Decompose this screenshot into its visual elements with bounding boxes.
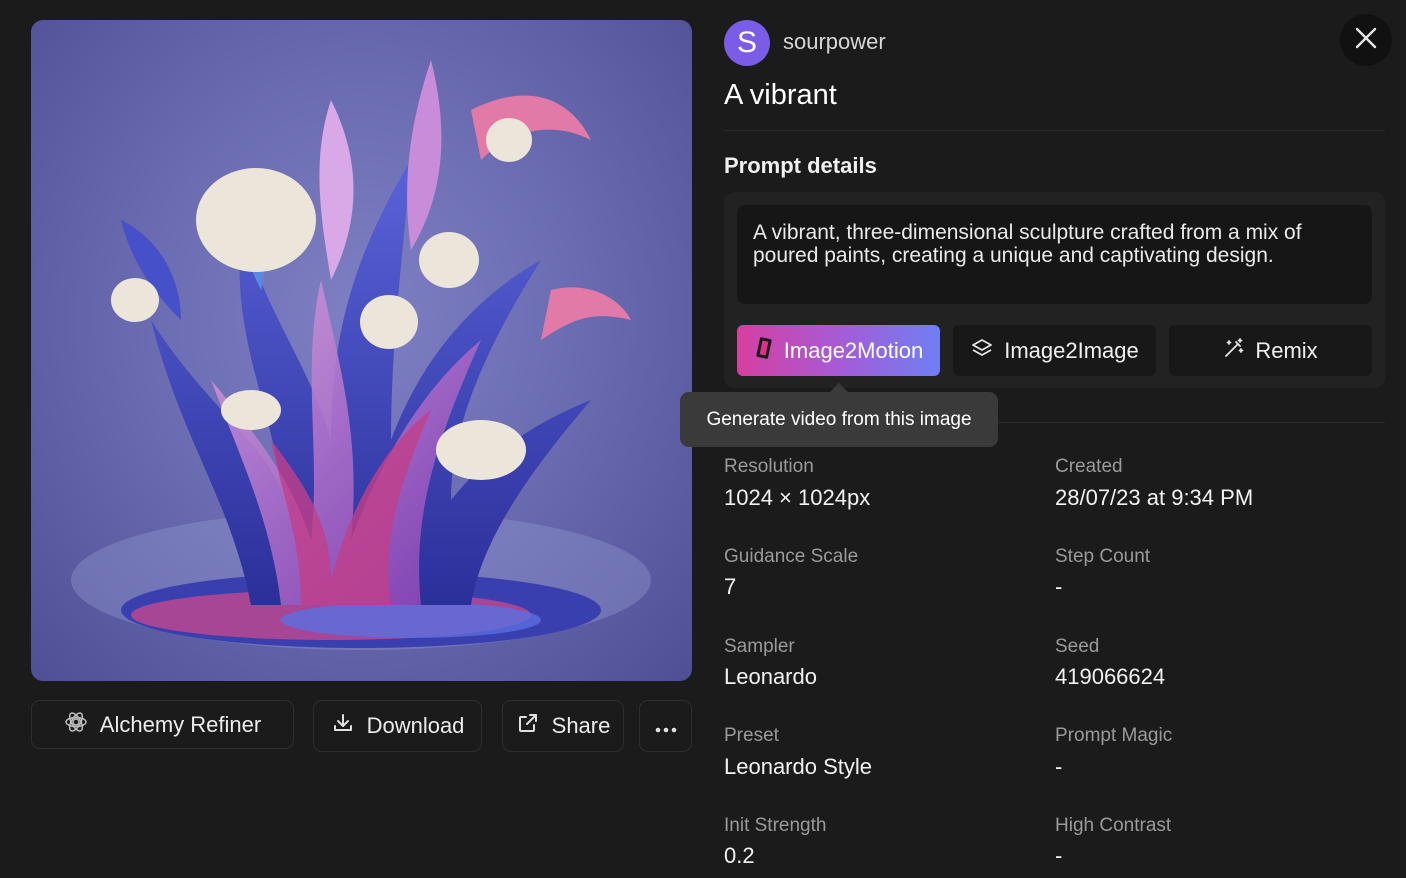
step-count-label: Step Count bbox=[1055, 546, 1151, 567]
image2motion-label: Image2Motion bbox=[783, 337, 924, 363]
alchemy-refiner-button[interactable]: Alchemy Refiner bbox=[31, 700, 294, 749]
paint-sculpture-artwork bbox=[71, 60, 651, 650]
high-contrast-value: - bbox=[1055, 843, 1063, 868]
created-value: 28/07/23 at 9:34 PM bbox=[1055, 485, 1254, 510]
generated-image[interactable] bbox=[31, 20, 692, 681]
prompt-card: A vibrant, three-dimensional sculpture c… bbox=[724, 192, 1385, 388]
seed-value[interactable]: 419066624 bbox=[1055, 664, 1165, 690]
high-contrast-label: High Contrast bbox=[1055, 815, 1172, 836]
image2image-button[interactable]: Image2Image bbox=[953, 325, 1156, 376]
remix-button[interactable]: Remix bbox=[1169, 325, 1372, 376]
created-label: Created bbox=[1055, 456, 1123, 477]
seed-label: Seed bbox=[1055, 636, 1100, 657]
image2motion-button[interactable]: Image2Motion bbox=[737, 325, 940, 376]
prompt-text: A vibrant, three-dimensional sculpture c… bbox=[737, 205, 1372, 304]
divider bbox=[724, 130, 1385, 131]
more-options-button[interactable] bbox=[639, 700, 692, 752]
avatar[interactable]: S bbox=[724, 20, 770, 66]
init-strength-value: 0.2 bbox=[724, 843, 755, 868]
image2image-label: Image2Image bbox=[1004, 337, 1139, 363]
share-button[interactable]: Share bbox=[502, 700, 624, 752]
prompt-details-heading: Prompt details bbox=[724, 153, 877, 178]
alchemy-refiner-label: Alchemy Refiner bbox=[99, 711, 262, 737]
step-count-value: - bbox=[1055, 574, 1063, 599]
sampler-label: Sampler bbox=[724, 636, 795, 657]
remix-label: Remix bbox=[1255, 337, 1318, 363]
guidance-scale-label: Guidance Scale bbox=[724, 546, 859, 567]
alchemy-icon bbox=[64, 710, 88, 740]
more-icon bbox=[655, 713, 677, 739]
sampler-value: Leonardo bbox=[724, 664, 817, 689]
download-label: Download bbox=[366, 713, 465, 738]
layers-icon bbox=[970, 336, 994, 366]
preset-value: Leonardo Style bbox=[724, 754, 872, 779]
init-strength-label: Init Strength bbox=[724, 815, 827, 836]
resolution-value: 1024 × 1024px bbox=[724, 485, 871, 510]
page-title: A vibrant bbox=[724, 79, 837, 111]
close-icon bbox=[1355, 27, 1377, 54]
close-button[interactable] bbox=[1340, 14, 1392, 66]
prompt-magic-value: - bbox=[1055, 754, 1063, 779]
download-icon bbox=[331, 711, 355, 741]
image2motion-tooltip: Generate video from this image bbox=[680, 392, 998, 447]
film-icon bbox=[754, 336, 774, 366]
guidance-scale-value: 7 bbox=[724, 574, 737, 599]
preset-label: Preset bbox=[724, 725, 779, 746]
magic-wand-icon bbox=[1223, 337, 1245, 365]
share-label: Share bbox=[551, 713, 611, 738]
share-icon bbox=[516, 711, 540, 741]
download-button[interactable]: Download bbox=[313, 700, 482, 752]
prompt-magic-label: Prompt Magic bbox=[1055, 725, 1173, 746]
username[interactable]: sourpower bbox=[783, 29, 886, 55]
resolution-label: Resolution bbox=[724, 456, 814, 477]
